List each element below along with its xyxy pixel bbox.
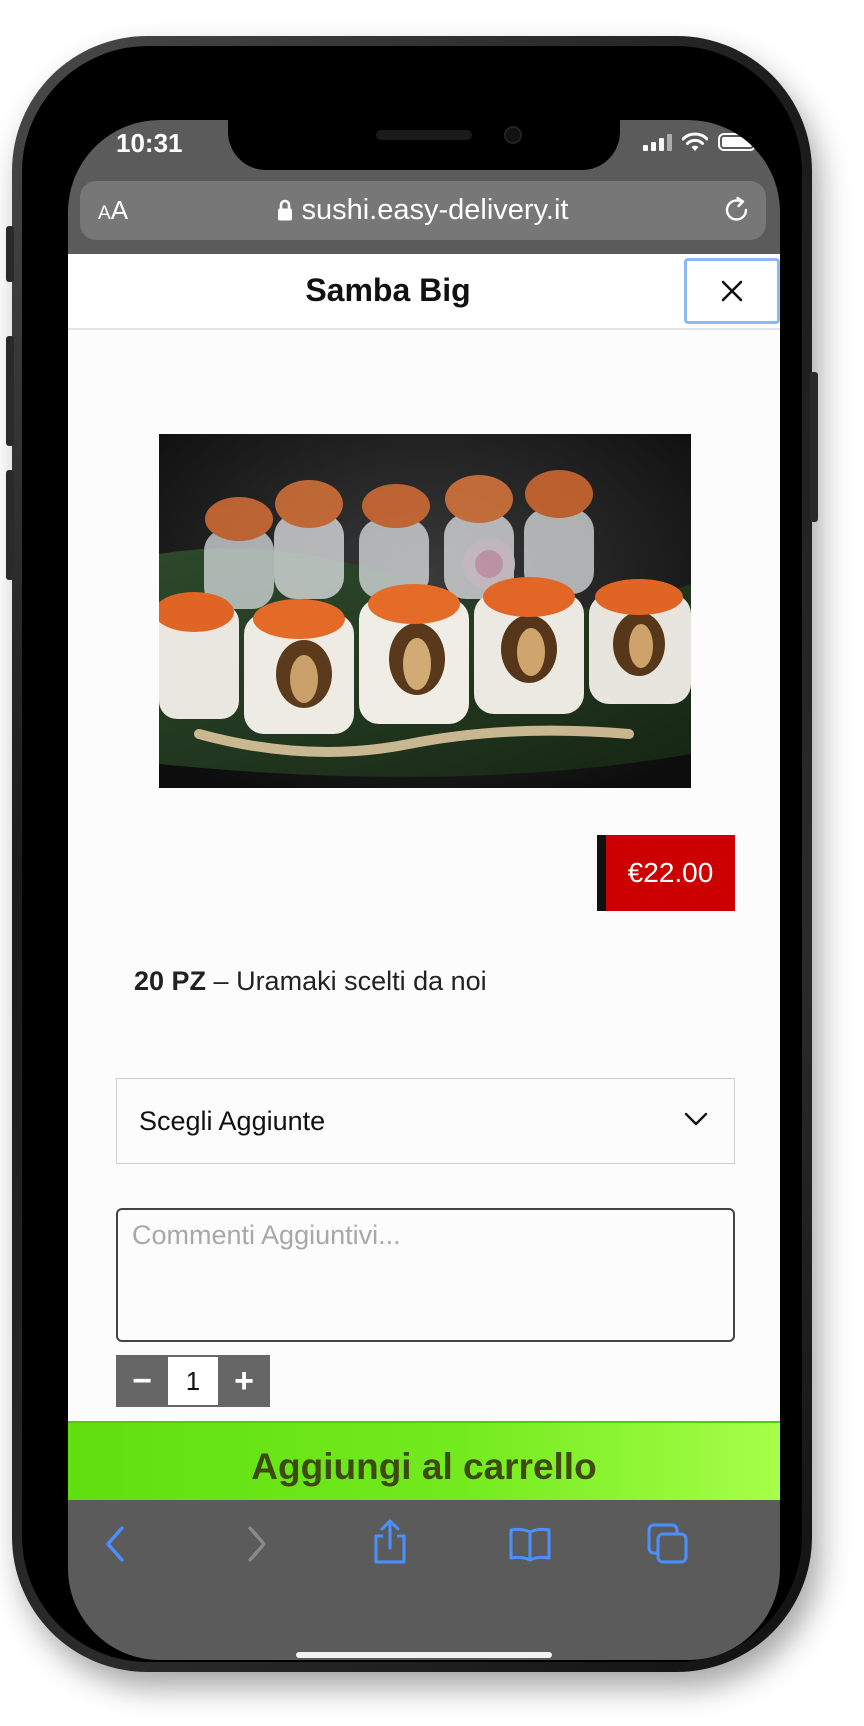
close-button[interactable] <box>684 258 780 324</box>
decrement-button[interactable]: − <box>116 1355 168 1407</box>
forward-icon[interactable] <box>238 1524 274 1564</box>
side-button-mute <box>6 226 14 282</box>
status-time: 10:31 <box>116 128 183 158</box>
status-icons <box>643 132 756 152</box>
tabs-icon[interactable] <box>646 1522 690 1566</box>
quantity-stepper: − 1 + <box>116 1355 270 1407</box>
addons-select-label: Scegli Aggiunte <box>139 1106 326 1136</box>
notch <box>228 120 620 170</box>
home-indicator <box>296 1652 552 1658</box>
back-icon[interactable] <box>98 1524 134 1564</box>
side-button-volume-down <box>6 470 14 580</box>
description-text: – Uramaki scelti da noi <box>206 966 487 996</box>
quantity-value[interactable]: 1 <box>168 1355 218 1407</box>
comments-field[interactable] <box>116 1208 735 1342</box>
speaker <box>376 130 472 140</box>
phone-frame: 10:31 AA sushi.easy-delivery.it Samba Bi… <box>6 36 818 1672</box>
url-display[interactable]: sushi.easy-delivery.it <box>80 194 766 227</box>
bookmarks-icon[interactable] <box>508 1526 552 1562</box>
signal-icon <box>643 133 672 151</box>
wifi-icon <box>682 132 708 151</box>
share-icon[interactable] <box>370 1518 410 1566</box>
screen: 10:31 AA sushi.easy-delivery.it Samba Bi… <box>68 120 780 1660</box>
battery-icon <box>718 133 756 151</box>
increment-button[interactable]: + <box>218 1355 270 1407</box>
close-icon <box>721 280 743 302</box>
browser-toolbar <box>68 1500 780 1660</box>
product-image <box>159 434 691 788</box>
modal-header: Samba Big <box>68 254 780 330</box>
addons-select[interactable]: Scegli Aggiunte <box>116 1078 735 1164</box>
address-bar[interactable]: AA sushi.easy-delivery.it <box>80 181 766 240</box>
reload-icon[interactable] <box>722 195 752 225</box>
price-badge: €22.00 <box>597 835 735 911</box>
side-button-power <box>810 372 818 522</box>
url-text: sushi.easy-delivery.it <box>301 194 569 226</box>
front-camera <box>504 126 522 144</box>
product-title: Samba Big <box>305 272 471 308</box>
product-description: 20 PZ – Uramaki scelti da noi <box>134 966 487 997</box>
description-quantity: 20 PZ <box>134 966 207 996</box>
product-modal: Samba Big €22.00 20 PZ – Uramaki scelti … <box>68 254 780 1511</box>
side-button-volume-up <box>6 336 14 446</box>
chevron-down-icon <box>684 1112 708 1126</box>
lock-icon <box>278 199 293 221</box>
add-to-cart-button[interactable]: Aggiungi al carrello <box>68 1421 780 1511</box>
